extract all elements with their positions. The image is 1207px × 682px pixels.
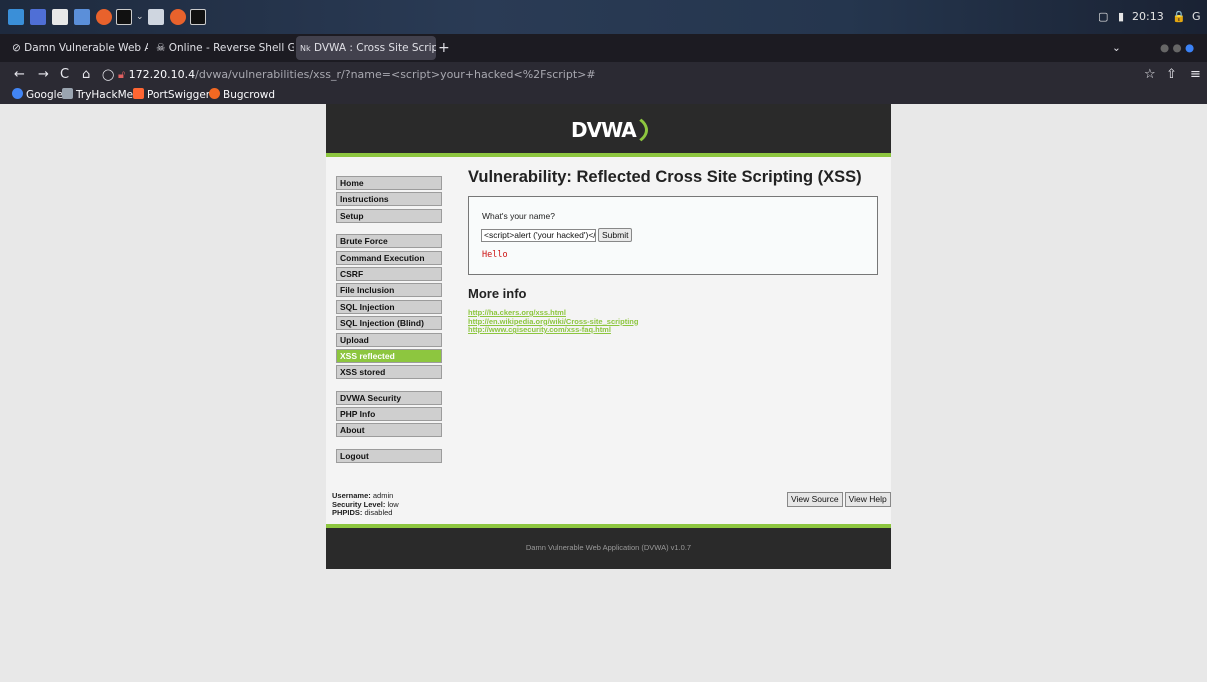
terminal-icon[interactable] bbox=[116, 9, 132, 25]
vulnerable-form-box: What's your name? <script>alert ('your h… bbox=[468, 196, 878, 275]
power-icon[interactable]: G bbox=[1192, 8, 1201, 26]
bugcrowd-icon bbox=[209, 88, 220, 99]
dvwa-menu: Home Instructions Setup Brute Force Comm… bbox=[336, 176, 442, 465]
menu-icon[interactable]: ≡ bbox=[1190, 65, 1201, 84]
reload-icon[interactable]: C bbox=[60, 65, 69, 84]
tab-dvwa-xss[interactable]: Nk DVWA : Cross Site Scripti× bbox=[296, 36, 436, 60]
tab-dvwa[interactable]: ⊘ Damn Vulnerable Web Ap× bbox=[6, 36, 148, 60]
bookmark-tryhackme[interactable]: TryHackMe bbox=[62, 88, 133, 103]
skull-icon: ☠ bbox=[156, 42, 166, 54]
menu-sql-injection[interactable]: SQL Injection bbox=[336, 299, 442, 314]
lock-icon[interactable]: 🔒 bbox=[1172, 8, 1186, 26]
new-tab-button[interactable]: + bbox=[438, 36, 454, 60]
window-controls[interactable]: ● ● ● bbox=[1160, 36, 1204, 60]
link-cgisecurity[interactable]: http://www.cgisecurity.com/xss-faq.html bbox=[468, 325, 884, 335]
bookmark-star-icon[interactable]: ☆ bbox=[1144, 65, 1156, 84]
navigation-bar: ← → C ⌂ ◯ 🔓︎ 172.20.10.4/dvwa/vulnerabil… bbox=[0, 62, 1207, 87]
main-content: Vulnerability: Reflected Cross Site Scri… bbox=[468, 168, 884, 335]
url-bar[interactable]: 🔓︎ 172.20.10.4/dvwa/vulnerabilities/xss_… bbox=[118, 65, 596, 84]
menu-logout[interactable]: Logout bbox=[336, 448, 442, 463]
name-input[interactable]: <script>alert ('your hacked')</ bbox=[481, 229, 596, 242]
hello-output: Hello bbox=[482, 250, 508, 260]
url-host: 172.20.10.4 bbox=[128, 68, 196, 81]
chevron-down-icon[interactable]: ⌄ bbox=[136, 9, 144, 25]
home-icon[interactable]: ⌂ bbox=[82, 65, 90, 84]
back-icon[interactable]: ← bbox=[14, 65, 25, 84]
menu-upload[interactable]: Upload bbox=[336, 332, 442, 347]
menu-csrf[interactable]: CSRF bbox=[336, 266, 442, 281]
footer-text: Damn Vulnerable Web Application (DVWA) v… bbox=[525, 543, 692, 552]
menu-php-info[interactable]: PHP Info bbox=[336, 407, 442, 422]
browser-tab-bar: ⊘ Damn Vulnerable Web Ap× ☠ Online - Rev… bbox=[0, 34, 1207, 62]
clock: 20:13 bbox=[1132, 10, 1164, 23]
bookmark-portswigger[interactable]: PortSwigger bbox=[133, 88, 210, 103]
name-label: What's your name? bbox=[482, 211, 555, 221]
battery-icon: ▮ bbox=[1118, 10, 1125, 23]
menu-about[interactable]: About bbox=[336, 423, 442, 438]
dvwa-icon: ⊘ bbox=[12, 42, 21, 54]
screen-icon[interactable] bbox=[148, 9, 164, 25]
phpids-value: disabled bbox=[364, 508, 393, 517]
firefox-icon[interactable] bbox=[96, 9, 112, 25]
insecure-lock-icon: 🔓︎ bbox=[118, 68, 126, 81]
menu-xss-stored[interactable]: XSS stored bbox=[336, 365, 442, 380]
url-path: /dvwa/vulnerabilities/xss_r/?name=<scrip… bbox=[195, 68, 596, 81]
menu-xss-reflected[interactable]: XSS reflected bbox=[336, 348, 442, 363]
extensions-icon[interactable]: ⇧ bbox=[1166, 65, 1177, 84]
dvwa-footer: Damn Vulnerable Web Application (DVWA) v… bbox=[326, 524, 891, 569]
tab-label: DVWA : Cross Site Scripti bbox=[313, 42, 436, 54]
bookmark-google[interactable]: Google bbox=[12, 88, 63, 103]
menu-dvwa-security[interactable]: DVWA Security bbox=[336, 390, 442, 405]
bookmark-bugcrowd[interactable]: Bugcrowd bbox=[209, 88, 275, 103]
menu-instructions[interactable]: Instructions bbox=[336, 192, 442, 207]
menu-file-inclusion[interactable]: File Inclusion bbox=[336, 283, 442, 298]
files-icon[interactable] bbox=[52, 9, 68, 25]
tab-label: Online - Reverse Shell Ge bbox=[168, 42, 294, 54]
dvwa-icon: Nk bbox=[300, 44, 311, 53]
firefox-icon[interactable] bbox=[170, 9, 186, 25]
google-icon bbox=[12, 88, 23, 99]
page-title: Vulnerability: Reflected Cross Site Scri… bbox=[468, 168, 862, 186]
kali-menu-icon[interactable] bbox=[8, 9, 24, 25]
more-info-heading: More info bbox=[468, 286, 527, 301]
shield-icon[interactable]: ◯ bbox=[102, 65, 114, 84]
menu-command-execution[interactable]: Command Execution bbox=[336, 250, 442, 265]
session-info: Username: admin Security Level: low PHPI… bbox=[332, 491, 399, 517]
tab-label: Damn Vulnerable Web Ap bbox=[24, 42, 148, 54]
menu-sql-injection-blind[interactable]: SQL Injection (Blind) bbox=[336, 316, 442, 331]
bookmarks-bar: Google TryHackMe PortSwigger Bugcrowd bbox=[0, 87, 1207, 104]
tryhackme-icon bbox=[62, 88, 73, 99]
tab-reverse-shell[interactable]: ☠ Online - Reverse Shell Ge× bbox=[152, 36, 294, 60]
submit-button[interactable]: Submit bbox=[598, 228, 633, 242]
desktop-icon[interactable] bbox=[30, 9, 46, 25]
dvwa-page: DVWA Home Instructions Setup Brute Force… bbox=[326, 104, 891, 569]
system-taskbar: ⌄ ▢ ▮ 20:13 🔒 G bbox=[0, 0, 1207, 34]
help-buttons: View Source View Help bbox=[787, 492, 891, 507]
dvwa-header: DVWA bbox=[326, 104, 891, 157]
tab-list-chevron-icon[interactable]: ⌄ bbox=[1112, 36, 1126, 60]
terminal-icon[interactable] bbox=[190, 9, 206, 25]
view-source-button[interactable]: View Source bbox=[787, 492, 843, 507]
menu-brute-force[interactable]: Brute Force bbox=[336, 234, 442, 249]
logo-swoosh bbox=[588, 112, 648, 148]
window-list-icon[interactable]: ▢ bbox=[1098, 8, 1108, 26]
menu-setup[interactable]: Setup bbox=[336, 208, 442, 223]
editor-icon[interactable] bbox=[74, 9, 90, 25]
view-help-button[interactable]: View Help bbox=[844, 492, 891, 507]
forward-icon[interactable]: → bbox=[38, 65, 49, 84]
portswigger-icon bbox=[133, 88, 144, 99]
menu-home[interactable]: Home bbox=[336, 176, 442, 190]
